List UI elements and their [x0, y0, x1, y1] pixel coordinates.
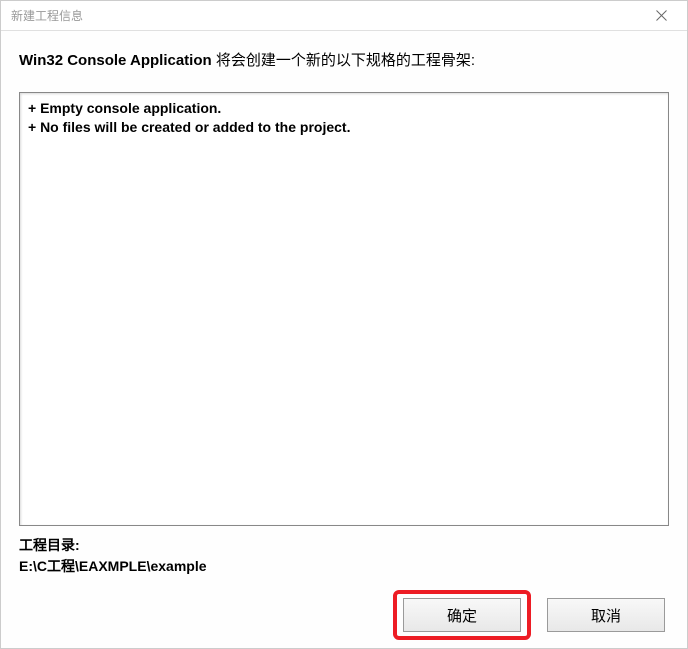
- ok-button-highlight: 确定: [393, 590, 531, 640]
- cancel-button[interactable]: 取消: [547, 598, 665, 632]
- info-line: + Empty console application.: [28, 99, 660, 118]
- button-row: 确定 取消: [19, 598, 669, 632]
- heading: Win32 Console Application 将会创建一个新的以下规格的工…: [19, 49, 669, 70]
- dialog-content: Win32 Console Application 将会创建一个新的以下规格的工…: [1, 31, 687, 648]
- dialog-title: 新建工程信息: [11, 7, 83, 24]
- close-button[interactable]: [643, 2, 679, 30]
- info-line: + No files will be created or added to t…: [28, 118, 660, 137]
- info-box: + Empty console application. + No files …: [19, 92, 669, 526]
- titlebar: 新建工程信息: [1, 1, 687, 31]
- project-directory-label: 工程目录:: [19, 536, 669, 556]
- close-icon: [656, 10, 667, 21]
- ok-button[interactable]: 确定: [403, 598, 521, 632]
- heading-bold: Win32 Console Application: [19, 52, 212, 69]
- project-directory-path: E:\C工程\EAXMPLE\example: [19, 556, 669, 576]
- dialog-window: 新建工程信息 Win32 Console Application 将会创建一个新…: [0, 0, 688, 649]
- heading-suffix: 将会创建一个新的以下规格的工程骨架:: [212, 52, 475, 69]
